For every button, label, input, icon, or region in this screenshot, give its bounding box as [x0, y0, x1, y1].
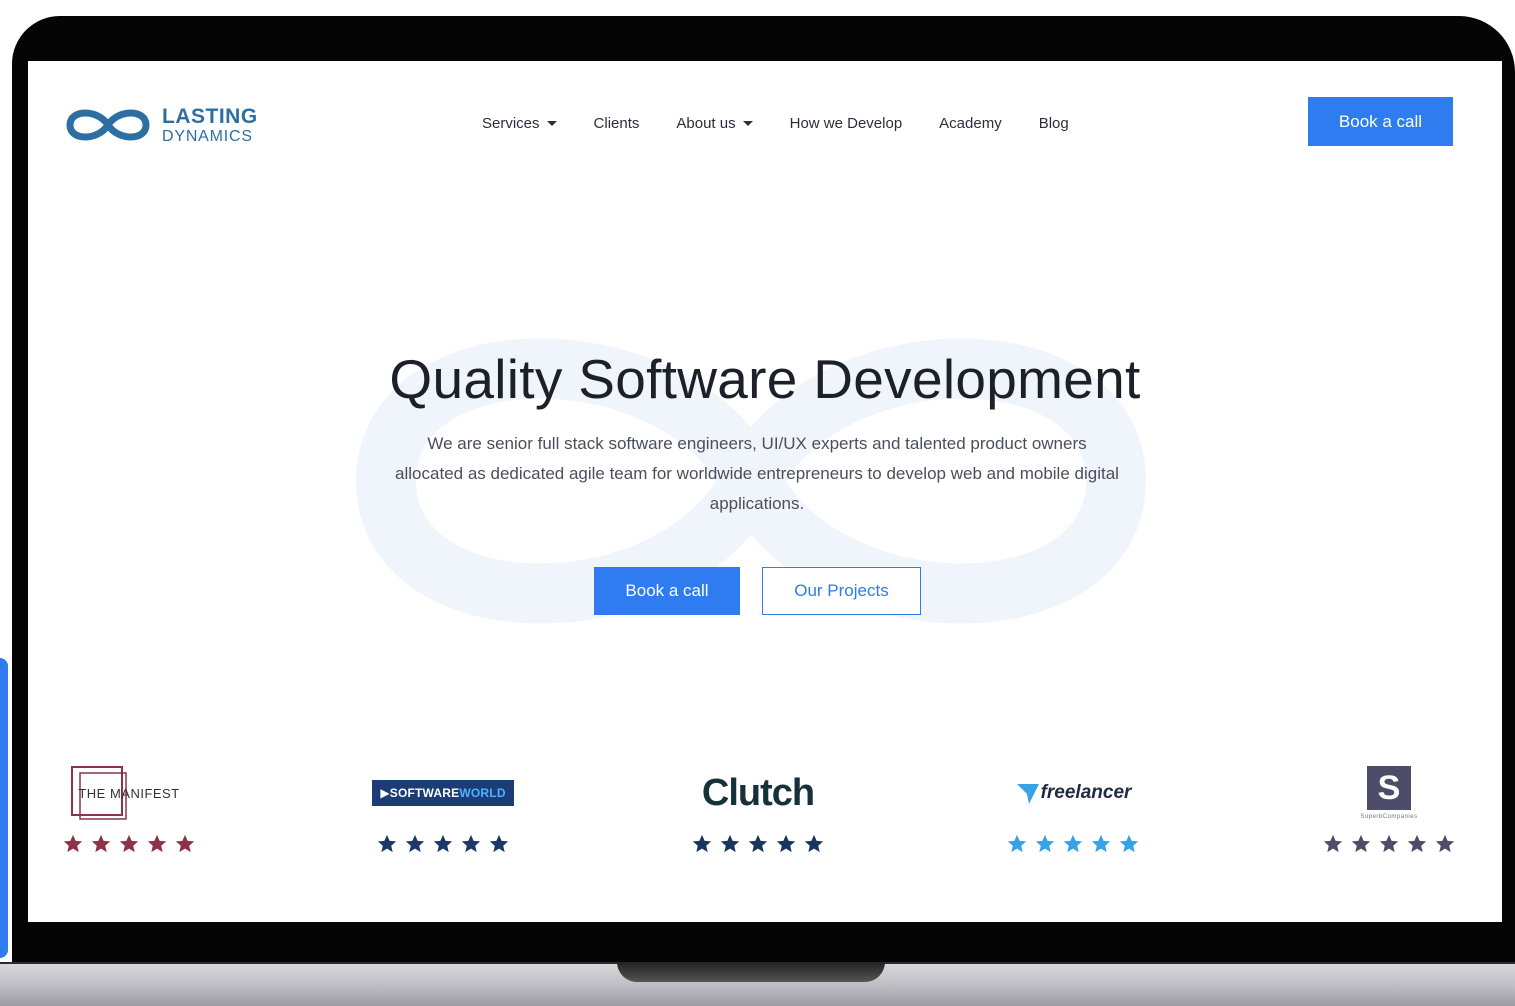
our-projects-button[interactable]: Our Projects	[762, 567, 921, 615]
star-icon	[804, 834, 824, 853]
software-world-part1: SOFTWARE	[389, 786, 460, 800]
star-rating	[54, 833, 204, 855]
superb-caption: SuperbCompanies	[1360, 814, 1418, 820]
superb-companies-logo: S SuperbCompanies	[1314, 761, 1464, 825]
software-world-part2: WORLD	[459, 786, 506, 800]
star-icon	[175, 834, 195, 853]
hero-title: Quality Software Development	[389, 348, 1141, 410]
star-icon	[63, 834, 83, 853]
star-icon	[147, 834, 167, 853]
star-icon	[377, 834, 397, 853]
star-icon	[1435, 834, 1455, 853]
site-logo[interactable]: LASTING DYNAMICS	[62, 101, 258, 149]
header-book-call-button[interactable]: Book a call	[1308, 97, 1453, 146]
review-freelancer[interactable]: freelancer	[998, 761, 1148, 861]
star-icon	[1351, 834, 1371, 853]
freelancer-wordmark: freelancer	[1040, 782, 1132, 803]
nav-item-label: Blog	[1038, 115, 1069, 132]
caret-down-icon	[546, 121, 557, 126]
star-icon	[405, 834, 425, 853]
manifest-wordmark: THE MANIFEST	[78, 785, 180, 801]
star-rating	[998, 833, 1148, 855]
software-world-wordmark: ▶SOFTWAREWORLD	[372, 780, 514, 806]
nav-item-academy[interactable]: Academy	[939, 115, 1002, 132]
star-icon	[720, 834, 740, 853]
site-header: LASTING DYNAMICS Services Clients About …	[28, 61, 1502, 181]
star-icon	[748, 834, 768, 853]
superb-s-mark: S	[1366, 766, 1411, 810]
superb-companies-badge: S SuperbCompanies	[1360, 766, 1417, 820]
logo-wordmark: LASTING DYNAMICS	[162, 106, 258, 145]
star-icon	[461, 834, 481, 853]
main-nav: Services Clients About us How we Develop…	[482, 115, 1106, 132]
nav-item-label: How we Develop	[789, 115, 903, 132]
star-rating	[1314, 833, 1464, 855]
logo-line-2: DYNAMICS	[162, 127, 253, 145]
star-icon	[1407, 834, 1427, 853]
nav-item-how-we-develop[interactable]: How we Develop	[790, 115, 903, 132]
nav-item-blog[interactable]: Blog	[1039, 115, 1069, 132]
review-clutch[interactable]: Clutch	[683, 761, 833, 861]
freelancer-logo: freelancer	[998, 761, 1148, 825]
star-icon	[489, 834, 509, 853]
nav-item-services[interactable]: Services	[482, 115, 557, 132]
nav-item-label: Academy	[939, 115, 1002, 132]
side-accent	[0, 658, 8, 958]
clutch-wordmark: Clutch	[701, 771, 815, 814]
laptop-notch	[617, 962, 885, 982]
nav-item-label: Services	[482, 115, 540, 132]
star-icon	[1119, 834, 1139, 853]
star-icon	[1063, 834, 1083, 853]
clutch-logo: Clutch	[683, 761, 833, 825]
logo-line-1: LASTING	[162, 104, 258, 128]
nav-item-clients[interactable]: Clients	[594, 115, 640, 132]
freelancer-bird-icon	[1016, 784, 1039, 804]
star-icon	[119, 834, 139, 853]
review-the-manifest[interactable]: THE MANIFEST	[54, 761, 204, 861]
infinity-logo-icon	[66, 109, 150, 141]
browser-viewport: LASTING DYNAMICS Services Clients About …	[28, 61, 1502, 922]
star-icon	[1035, 834, 1055, 853]
review-superb-companies[interactable]: S SuperbCompanies	[1314, 761, 1464, 861]
star-icon	[1379, 834, 1399, 853]
review-software-world[interactable]: ▶SOFTWAREWORLD	[368, 761, 518, 861]
star-icon	[91, 834, 111, 853]
star-icon	[1323, 834, 1343, 853]
star-rating	[368, 833, 518, 855]
caret-down-icon	[742, 121, 753, 126]
star-icon	[1007, 834, 1027, 853]
star-icon	[776, 834, 796, 853]
manifest-logo: THE MANIFEST	[54, 761, 204, 825]
hero-book-call-button[interactable]: Book a call	[594, 567, 740, 615]
star-rating	[683, 833, 833, 855]
nav-item-label: Clients	[593, 115, 640, 132]
nav-item-about-us[interactable]: About us	[676, 115, 753, 132]
nav-item-label: About us	[676, 115, 736, 132]
software-world-logo: ▶SOFTWAREWORLD	[368, 761, 518, 825]
star-icon	[1091, 834, 1111, 853]
star-icon	[433, 834, 453, 853]
hero-subtitle: We are senior full stack software engine…	[395, 434, 1119, 513]
star-icon	[692, 834, 712, 853]
